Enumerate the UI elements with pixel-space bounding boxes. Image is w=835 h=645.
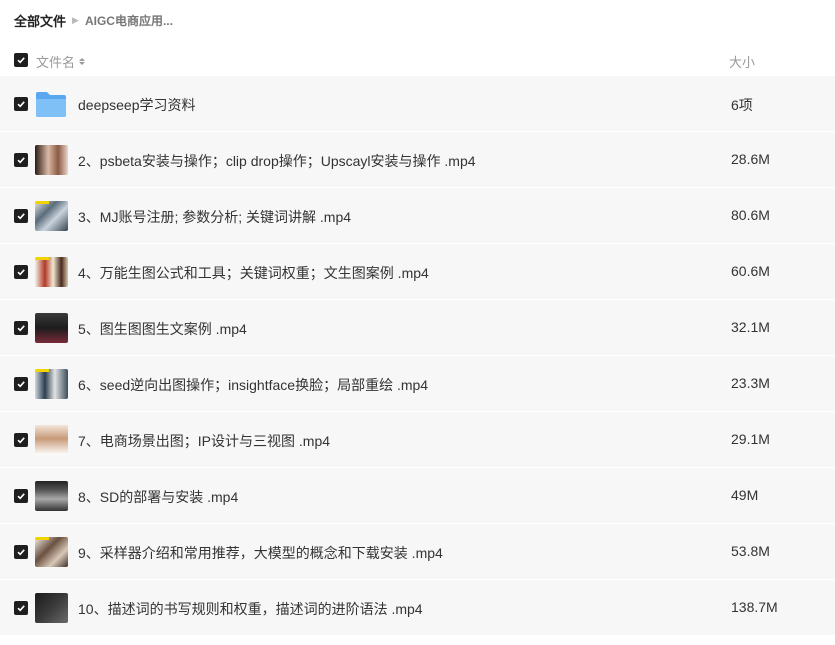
video-thumbnail [35, 201, 68, 231]
row-checkbox[interactable] [14, 209, 28, 223]
list-item[interactable]: 10、描述词的书写规则和权重，描述词的进阶语法 .mp4 138.7M [0, 580, 835, 636]
row-checkbox[interactable] [14, 433, 28, 447]
file-name[interactable]: 2、psbeta安装与操作；clip drop操作；Upscayl安装与操作 .… [78, 151, 476, 171]
row-checkbox[interactable] [14, 545, 28, 559]
check-icon [17, 325, 25, 332]
file-size: 23.3M [731, 375, 770, 391]
check-icon [17, 213, 25, 220]
file-name[interactable]: 7、电商场景出图；IP设计与三视图 .mp4 [78, 431, 330, 451]
size-column-header[interactable]: 大小 [729, 52, 755, 71]
row-checkbox[interactable] [14, 489, 28, 503]
file-name[interactable]: 5、图生图图生文案例 .mp4 [78, 319, 247, 339]
folder-icon [36, 92, 66, 117]
video-thumbnail [35, 481, 68, 511]
row-checkbox[interactable] [14, 321, 28, 335]
file-name[interactable]: 9、采样器介绍和常用推荐，大模型的概念和下载安装 .mp4 [78, 543, 443, 563]
video-thumbnail [35, 425, 68, 455]
check-icon [17, 57, 25, 64]
name-column-label: 文件名 [36, 55, 76, 70]
list-item[interactable]: 3、MJ账号注册; 参数分析; 关键词讲解 .mp4 80.6M [0, 188, 835, 244]
file-size: 29.1M [731, 431, 770, 447]
file-name[interactable]: deepseep学习资料 [78, 95, 196, 115]
check-icon [17, 381, 25, 388]
row-checkbox[interactable] [14, 97, 28, 111]
list-item[interactable]: 4、万能生图公式和工具；关键词权重；文生图案例 .mp4 60.6M [0, 244, 835, 300]
video-thumbnail [35, 313, 68, 343]
select-all-checkbox[interactable] [14, 53, 28, 67]
name-column-header[interactable]: 文件名 [36, 52, 86, 71]
check-icon [17, 549, 25, 556]
check-icon [17, 437, 25, 444]
list-item[interactable]: 8、SD的部署与安装 .mp4 49M [0, 468, 835, 524]
check-icon [17, 269, 25, 276]
list-item[interactable]: 5、图生图图生文案例 .mp4 32.1M [0, 300, 835, 356]
row-checkbox[interactable] [14, 153, 28, 167]
file-name[interactable]: 10、描述词的书写规则和权重，描述词的进阶语法 .mp4 [78, 599, 423, 619]
list-item[interactable]: 2、psbeta安装与操作；clip drop操作；Upscayl安装与操作 .… [0, 132, 835, 188]
file-size: 32.1M [731, 319, 770, 335]
row-checkbox[interactable] [14, 265, 28, 279]
check-icon [17, 101, 25, 108]
check-icon [17, 493, 25, 500]
file-size: 60.6M [731, 263, 770, 279]
row-checkbox[interactable] [14, 377, 28, 391]
sort-icon[interactable] [79, 58, 86, 65]
list-item[interactable]: 9、采样器介绍和常用推荐，大模型的概念和下载安装 .mp4 53.8M [0, 524, 835, 580]
video-thumbnail [35, 537, 68, 567]
file-size: 53.8M [731, 543, 770, 559]
file-size: 138.7M [731, 599, 778, 615]
video-thumbnail [35, 593, 68, 623]
file-name[interactable]: 6、seed逆向出图操作；insightface换脸；局部重绘 .mp4 [78, 375, 428, 395]
breadcrumb-current: AIGC电商应用... [84, 13, 173, 28]
file-list: deepseep学习资料 6项 2、psbeta安装与操作；clip drop操… [0, 76, 835, 636]
file-size: 28.6M [731, 151, 770, 167]
video-thumbnail [35, 145, 68, 175]
row-checkbox[interactable] [14, 601, 28, 615]
file-name[interactable]: 8、SD的部署与安装 .mp4 [78, 487, 238, 507]
list-item[interactable]: 6、seed逆向出图操作；insightface换脸；局部重绘 .mp4 23.… [0, 356, 835, 412]
breadcrumb: 全部文件 ▶ AIGC电商应用... [14, 11, 173, 29]
breadcrumb-root[interactable]: 全部文件 [14, 11, 66, 30]
list-item[interactable]: 7、电商场景出图；IP设计与三视图 .mp4 29.1M [0, 412, 835, 468]
check-icon [17, 605, 25, 612]
file-name[interactable]: 4、万能生图公式和工具；关键词权重；文生图案例 .mp4 [78, 263, 429, 283]
file-size: 49M [731, 487, 759, 503]
video-thumbnail [35, 257, 68, 287]
file-name[interactable]: 3、MJ账号注册; 参数分析; 关键词讲解 .mp4 [78, 207, 351, 227]
check-icon [17, 157, 25, 164]
file-size: 80.6M [731, 207, 770, 223]
file-size: 6项 [731, 97, 753, 113]
chevron-right-icon: ▶ [72, 14, 79, 25]
video-thumbnail [35, 369, 68, 399]
file-list-header: 文件名 大小 [0, 46, 835, 74]
list-item[interactable]: deepseep学习资料 6项 [0, 76, 835, 132]
